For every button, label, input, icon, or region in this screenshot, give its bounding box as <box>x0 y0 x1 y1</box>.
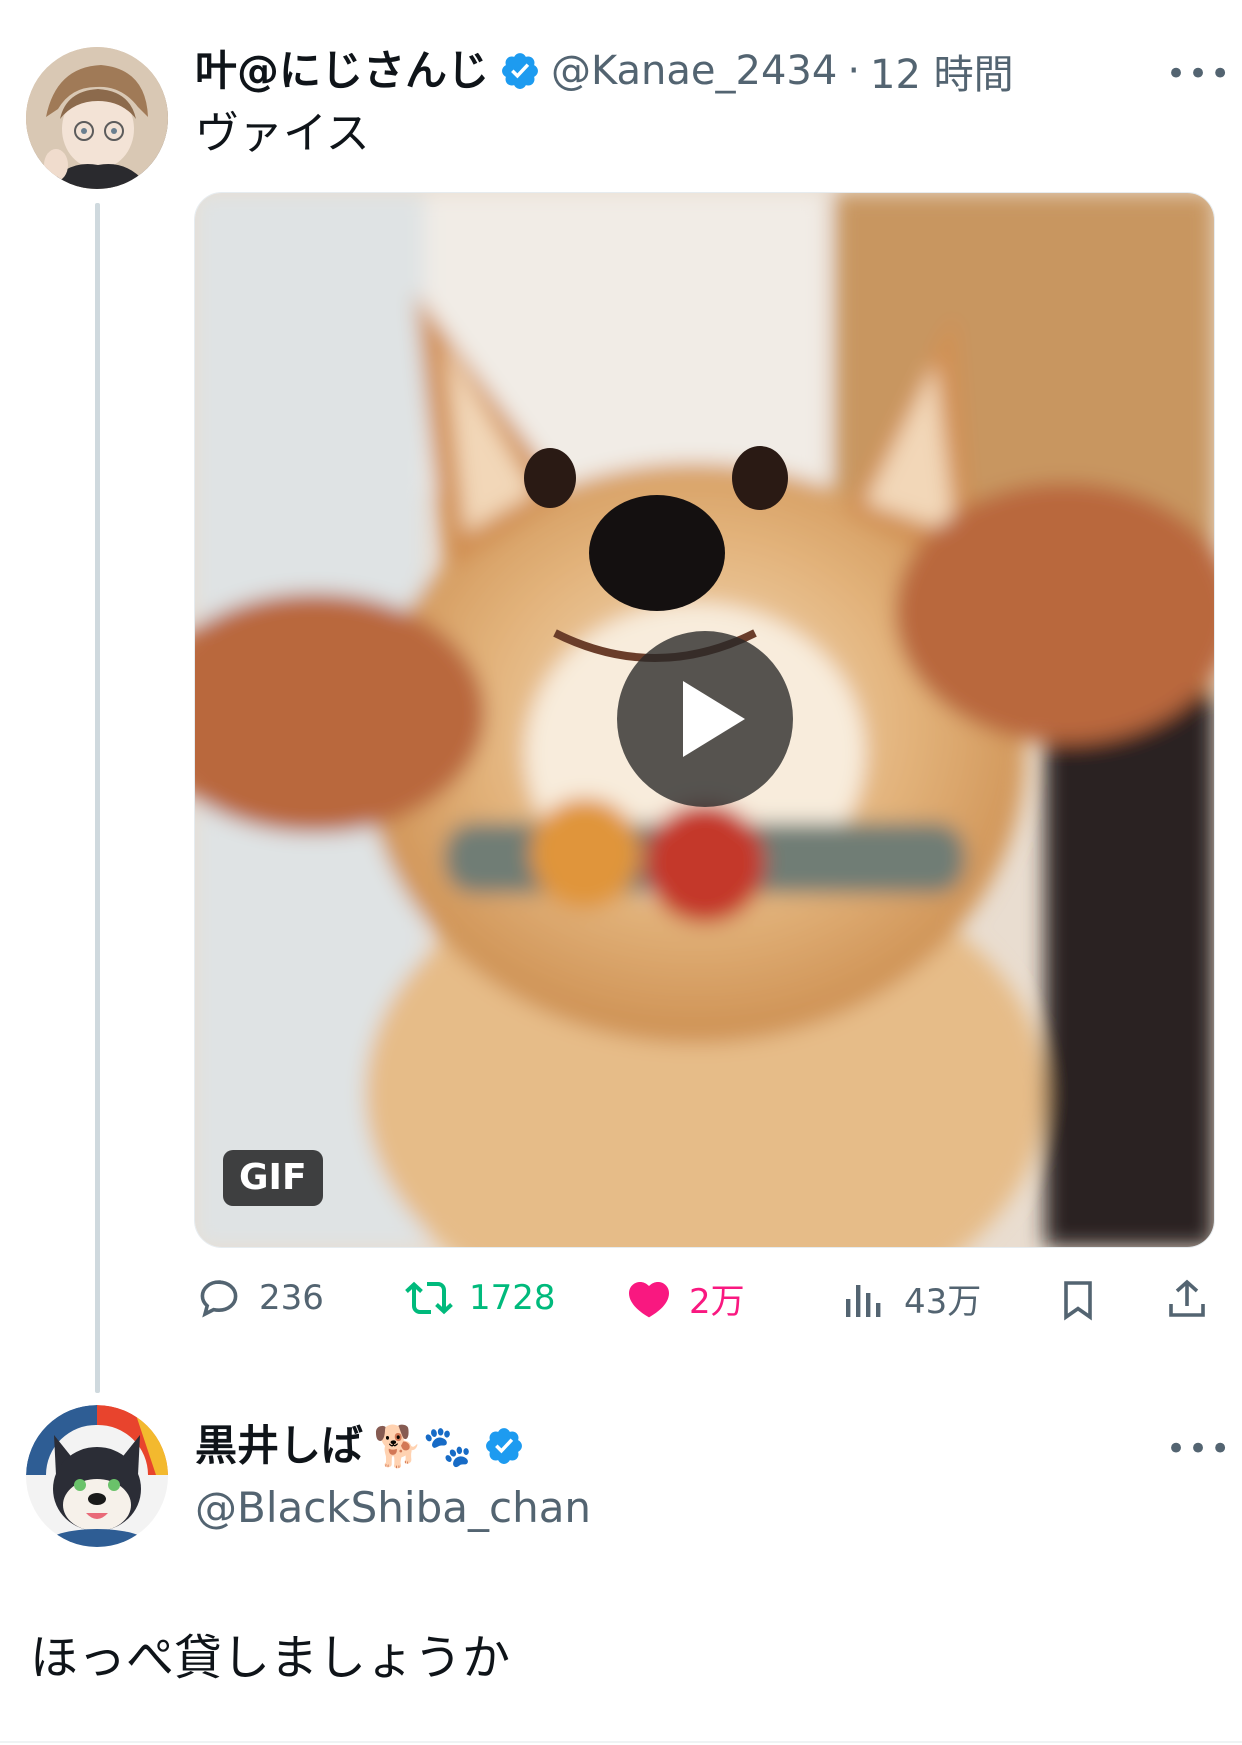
retweet-count: 1728 <box>469 1278 556 1318</box>
reply-header: 黒井しば 🐕🐾 <box>195 1421 525 1471</box>
share-icon <box>1169 1279 1205 1317</box>
more-icon[interactable]: ••• <box>1166 57 1232 91</box>
tweet-header: 叶@にじさんじ @Kanae_2434 · 12 時間 <box>195 48 1014 98</box>
gif-badge: GIF <box>223 1150 323 1206</box>
more-icon[interactable]: ••• <box>1166 1432 1232 1466</box>
verified-badge-icon[interactable] <box>499 50 541 92</box>
bottom-divider <box>0 1741 1242 1743</box>
play-button[interactable] <box>617 631 793 807</box>
bookmark-button[interactable] <box>1054 1276 1102 1328</box>
author-display-name[interactable]: 叶@にじさんじ <box>195 50 489 92</box>
reply-text: ほっぺ貸しましょうか <box>30 1630 511 1686</box>
like-icon <box>628 1281 670 1317</box>
tweet-text: ヴァイス <box>195 108 370 159</box>
reply-display-name[interactable]: 黒井しば <box>195 1425 363 1467</box>
reply-action[interactable]: 236 <box>195 1274 324 1322</box>
author-handle[interactable]: @Kanae_2434 <box>551 48 837 94</box>
bookmark-icon <box>1064 1281 1092 1321</box>
thread-line <box>95 203 100 1393</box>
meta-separator: · <box>847 48 861 94</box>
play-icon <box>683 681 745 757</box>
retweet-action[interactable]: 1728 <box>405 1274 556 1322</box>
views-action[interactable]: 43万 <box>840 1274 981 1323</box>
verified-badge-icon[interactable] <box>483 1425 525 1467</box>
reply-handle[interactable]: @BlackShiba_chan <box>195 1483 591 1533</box>
reply-avatar-art <box>26 1405 168 1547</box>
retweet-icon <box>405 1281 453 1315</box>
dog-paw-emoji: 🐕🐾 <box>373 1423 473 1470</box>
like-count: 2万 <box>689 1282 745 1322</box>
author-avatar[interactable] <box>26 47 168 189</box>
tweet-timestamp[interactable]: 12 時間 <box>870 42 1014 100</box>
tweet-media[interactable]: GIF <box>194 192 1215 1248</box>
share-button[interactable] <box>1163 1276 1211 1328</box>
reply-icon <box>200 1280 238 1318</box>
reply-avatar[interactable] <box>26 1405 168 1547</box>
views-icon <box>846 1284 881 1317</box>
views-count: 43万 <box>904 1282 982 1322</box>
like-action[interactable]: 2万 <box>625 1274 745 1323</box>
reply-count: 236 <box>259 1278 324 1318</box>
author-avatar-art <box>26 47 168 189</box>
